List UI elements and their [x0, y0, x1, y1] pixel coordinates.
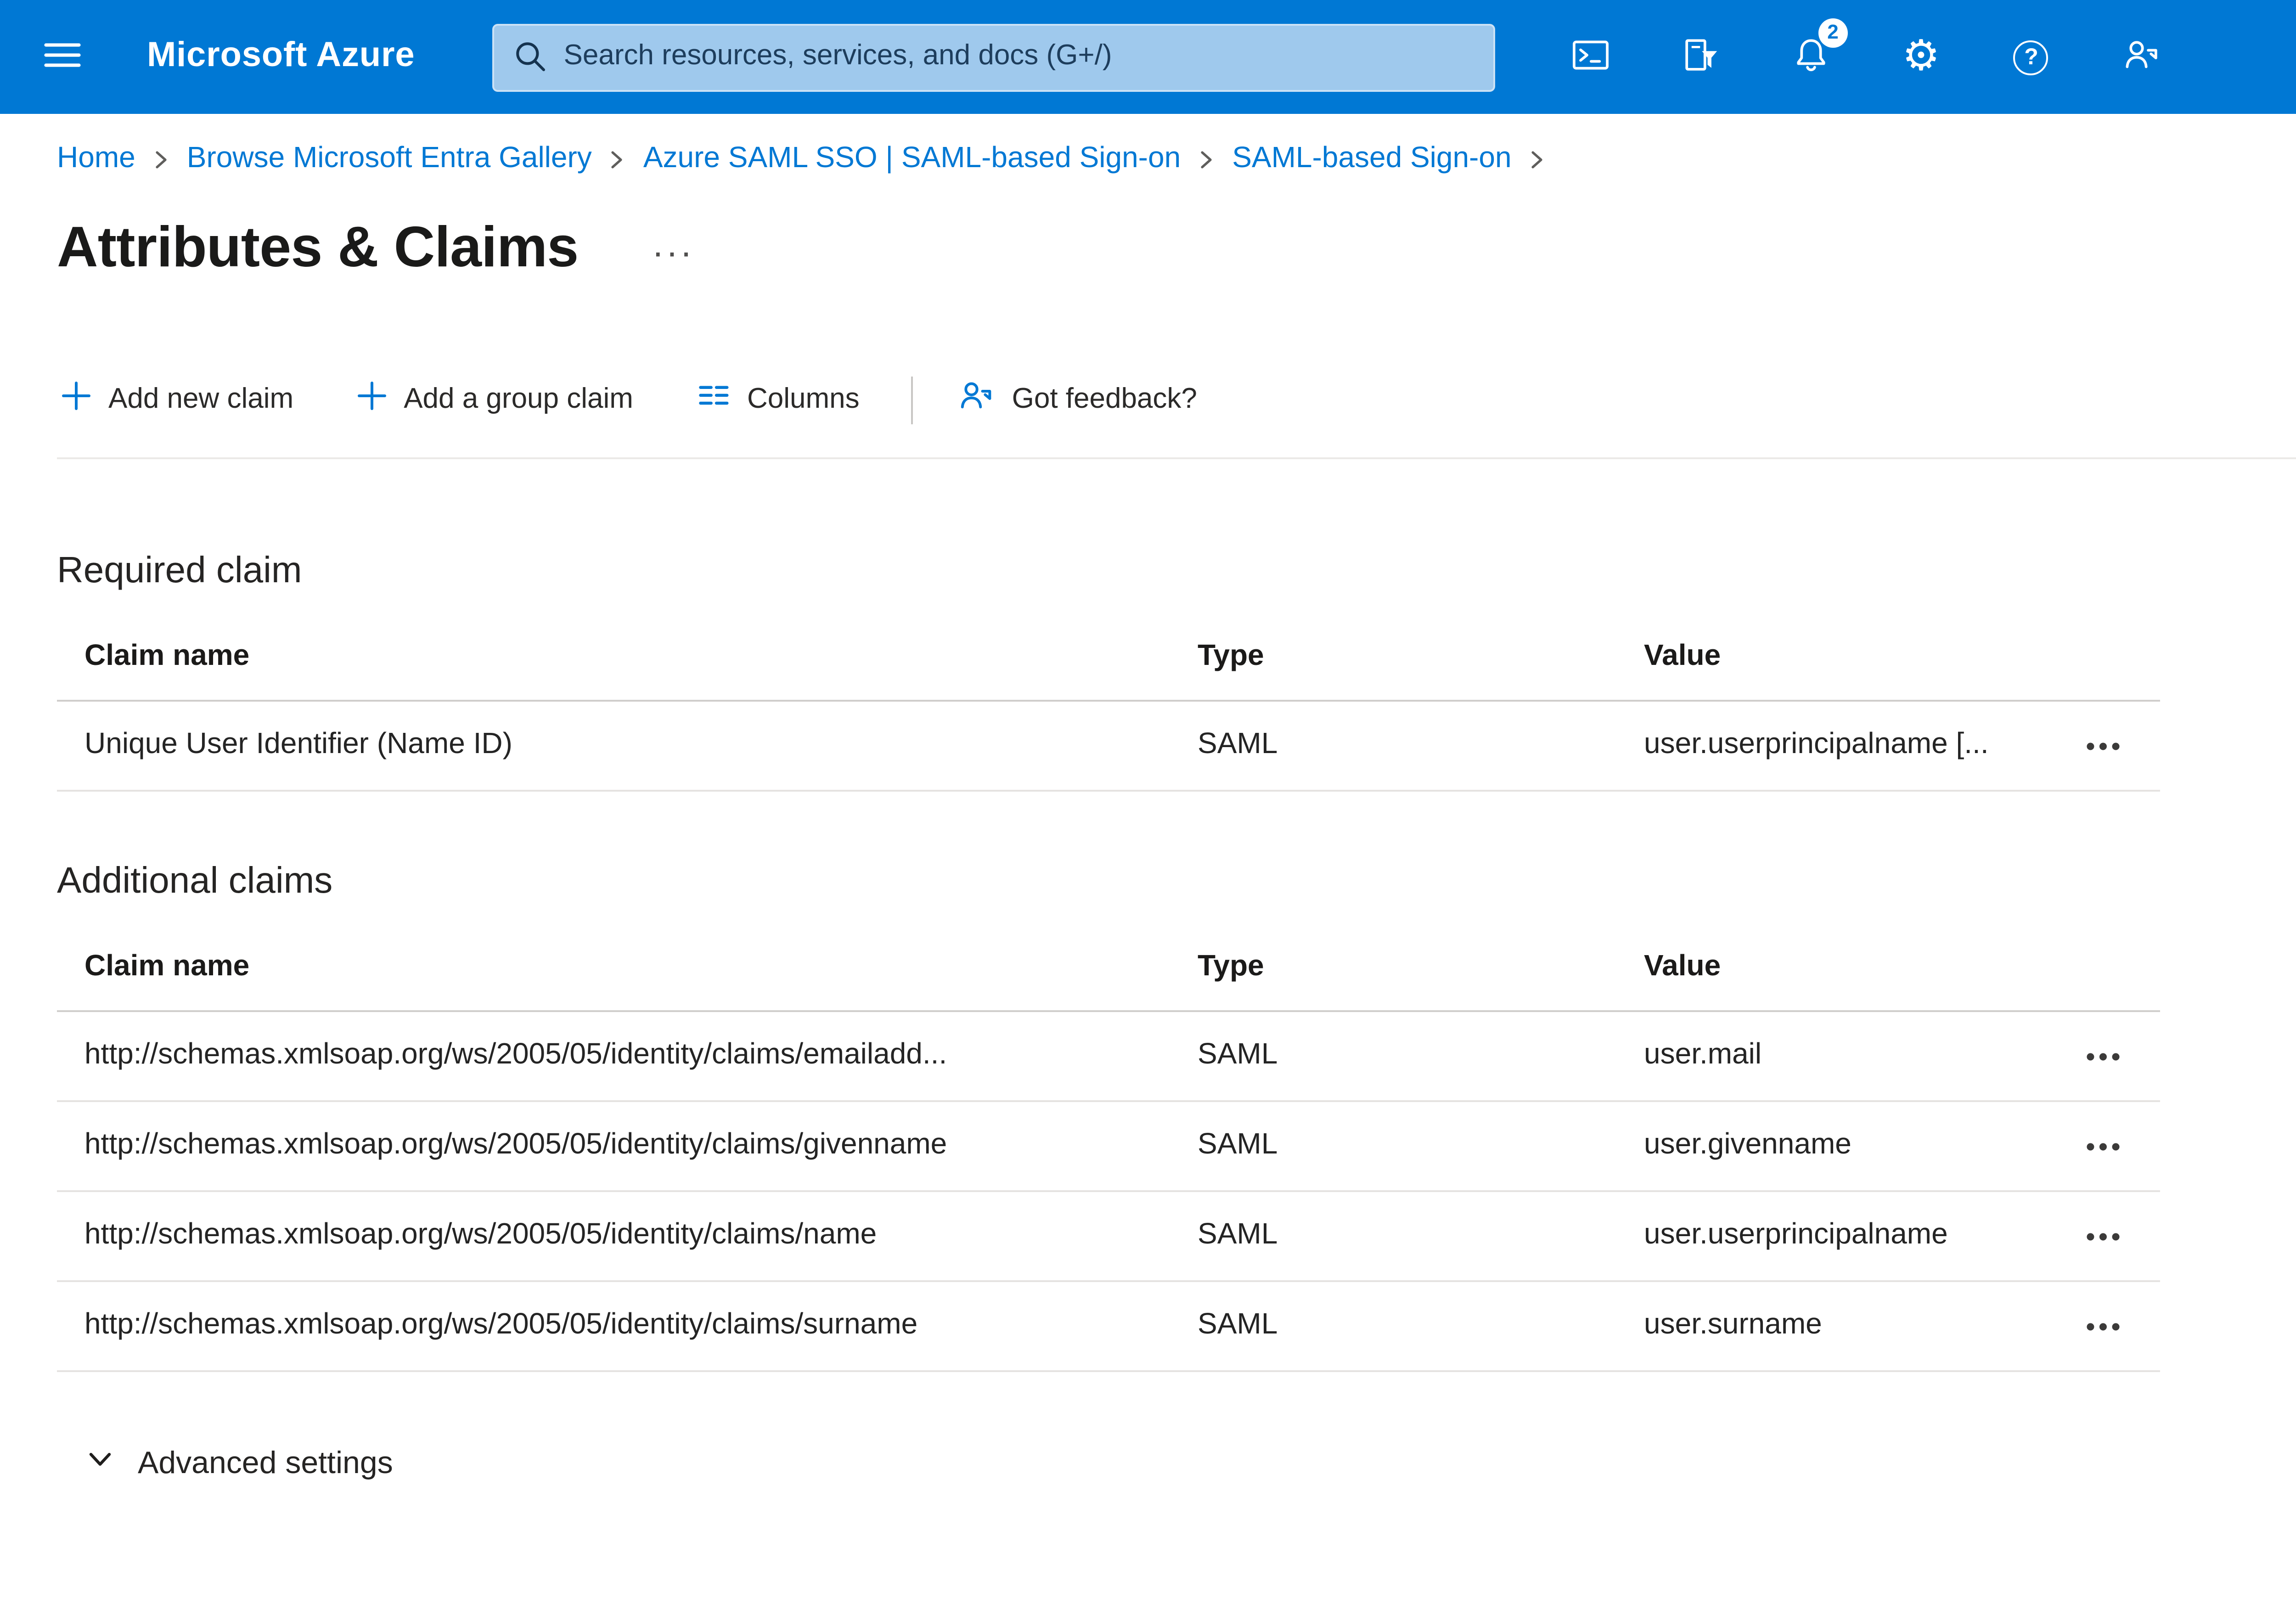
additional-claims-section: Additional claims Claim name Type Value … — [57, 861, 2296, 1372]
table-row[interactable]: http://schemas.xmlsoap.org/ws/2005/05/id… — [57, 1012, 2160, 1102]
claim-name-cell: http://schemas.xmlsoap.org/ws/2005/05/id… — [84, 1310, 918, 1341]
directory-filter-button[interactable] — [1660, 17, 1741, 97]
row-more-button[interactable]: ••• — [2079, 722, 2132, 770]
page-title-row: Attributes & Claims ··· — [57, 208, 2296, 288]
column-header-claim-name: Claim name — [84, 640, 250, 671]
claim-type-cell: SAML — [1198, 729, 1278, 760]
topbar-actions: 2 ⚙ ? — [1550, 17, 2182, 97]
claim-value-cell: user.surname — [1644, 1310, 1822, 1341]
claim-value-cell: user.mail — [1644, 1040, 1762, 1071]
column-header-claim-name: Claim name — [84, 951, 250, 982]
chevron-right-icon — [152, 149, 170, 171]
page-title: Attributes & Claims — [57, 215, 579, 279]
got-feedback-button[interactable]: Got feedback? — [953, 369, 1201, 432]
claim-value-cell: user.userprincipalname — [1644, 1220, 1948, 1251]
row-more-button[interactable]: ••• — [2079, 1302, 2132, 1350]
advanced-settings-toggle[interactable]: Advanced settings — [83, 1438, 397, 1490]
claim-type-cell: SAML — [1198, 1130, 1278, 1161]
settings-gear-icon: ⚙ — [1902, 32, 1940, 80]
column-header-type: Type — [1198, 951, 1264, 982]
azure-portal-page: Microsoft Azure 2 — [0, 0, 2296, 1609]
required-claim-table: Claim name Type Value Unique User Identi… — [57, 613, 2160, 792]
cloud-shell-icon — [1570, 34, 1611, 80]
row-more-button[interactable]: ••• — [2079, 1032, 2132, 1080]
feedback-button[interactable] — [2101, 17, 2182, 97]
required-claim-heading: Required claim — [57, 551, 302, 591]
claim-name-cell: http://schemas.xmlsoap.org/ws/2005/05/id… — [84, 1130, 947, 1161]
chevron-down-icon — [86, 1446, 114, 1482]
row-more-button[interactable]: ••• — [2079, 1122, 2132, 1170]
table-row[interactable]: http://schemas.xmlsoap.org/ws/2005/05/id… — [57, 1102, 2160, 1192]
claim-type-cell: SAML — [1198, 1220, 1278, 1251]
columns-button[interactable]: Columns — [692, 371, 863, 430]
command-bar: Add new claim Add a group claim Columns … — [57, 369, 2296, 459]
column-header-value: Value — [1644, 951, 1721, 982]
breadcrumb-link-gallery[interactable]: Browse Microsoft Entra Gallery — [187, 143, 592, 176]
row-more-button[interactable]: ••• — [2079, 1212, 2132, 1260]
title-context-menu-button[interactable]: ··· — [644, 228, 701, 279]
required-claim-section: Required claim Claim name Type Value Uni… — [57, 551, 2296, 792]
breadcrumb-link-home[interactable]: Home — [57, 143, 135, 176]
feedback-person-icon — [957, 377, 996, 424]
main-content: Home Browse Microsoft Entra Gallery Azur… — [0, 114, 2296, 1490]
claim-value-cell: user.givenname — [1644, 1130, 1851, 1161]
table-row[interactable]: Unique User Identifier (Name ID) SAML us… — [57, 702, 2160, 792]
claim-name-cell: http://schemas.xmlsoap.org/ws/2005/05/id… — [84, 1040, 947, 1071]
chevron-right-icon — [1528, 149, 1547, 171]
azure-top-bar: Microsoft Azure 2 — [0, 0, 2296, 114]
chevron-right-icon — [1197, 149, 1216, 171]
help-button[interactable]: ? — [1991, 17, 2072, 97]
breadcrumb-link-app-sso[interactable]: Azure SAML SSO | SAML-based Sign-on — [643, 143, 1181, 176]
plus-icon — [356, 380, 387, 421]
plus-icon — [61, 380, 92, 421]
toolbar-divider — [911, 377, 913, 424]
chevron-right-icon — [608, 149, 627, 171]
claim-value-cell: user.userprincipalname [... — [1644, 729, 1989, 760]
search-input[interactable] — [492, 23, 1495, 91]
notifications-button[interactable]: 2 — [1771, 17, 1851, 97]
settings-button[interactable]: ⚙ — [1881, 17, 1962, 97]
cloud-shell-button[interactable] — [1550, 17, 1631, 97]
add-group-claim-button[interactable]: Add a group claim — [352, 373, 637, 428]
columns-label: Columns — [747, 384, 860, 415]
table-header-row: Claim name Type Value — [57, 924, 2160, 1012]
table-row[interactable]: http://schemas.xmlsoap.org/ws/2005/05/id… — [57, 1282, 2160, 1372]
table-header-row: Claim name Type Value — [57, 613, 2160, 702]
advanced-settings-label: Advanced settings — [138, 1446, 393, 1480]
brand-title: Microsoft Azure — [147, 37, 415, 75]
add-group-claim-label: Add a group claim — [404, 384, 633, 415]
hamburger-icon — [44, 36, 81, 78]
columns-icon — [696, 378, 731, 422]
got-feedback-label: Got feedback? — [1012, 384, 1197, 415]
search-icon — [512, 38, 549, 84]
claim-name-cell: http://schemas.xmlsoap.org/ws/2005/05/id… — [84, 1220, 877, 1251]
hamburger-menu-button[interactable] — [22, 17, 103, 97]
column-header-value: Value — [1644, 640, 1721, 671]
table-row[interactable]: http://schemas.xmlsoap.org/ws/2005/05/id… — [57, 1192, 2160, 1282]
claim-type-cell: SAML — [1198, 1040, 1278, 1071]
breadcrumb: Home Browse Microsoft Entra Gallery Azur… — [57, 114, 2296, 176]
claim-name-cell: Unique User Identifier (Name ID) — [84, 729, 512, 760]
global-search — [492, 23, 1495, 91]
help-icon: ? — [2014, 39, 2049, 74]
additional-claims-heading: Additional claims — [57, 861, 333, 902]
additional-claims-table: Claim name Type Value http://schemas.xml… — [57, 924, 2160, 1372]
column-header-type: Type — [1198, 640, 1264, 671]
notification-badge: 2 — [1818, 18, 1848, 48]
claim-type-cell: SAML — [1198, 1310, 1278, 1341]
feedback-person-icon — [2122, 34, 2162, 80]
breadcrumb-link-saml-signon[interactable]: SAML-based Sign-on — [1232, 143, 1511, 176]
add-new-claim-button[interactable]: Add new claim — [57, 373, 297, 428]
add-new-claim-label: Add new claim — [108, 384, 294, 415]
directory-filter-icon — [1681, 34, 1721, 80]
